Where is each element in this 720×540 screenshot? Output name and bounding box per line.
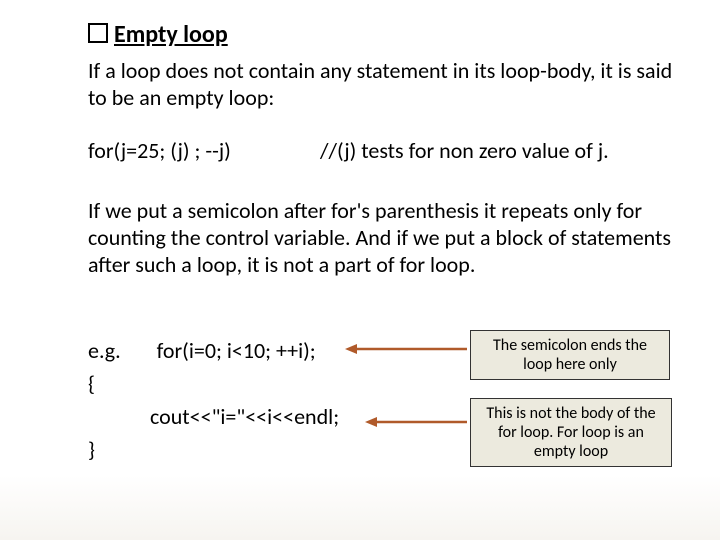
note-semicolon: The semicolon ends the loop here only <box>470 330 670 380</box>
cout-line: cout<<"i="<<i<<endl; <box>88 400 339 433</box>
eg-label: e.g. <box>88 337 121 364</box>
title-row: Empty loop <box>88 20 228 49</box>
slide: Empty loop If a loop does not contain an… <box>0 0 720 540</box>
example-line: e.g. for(i=0; i<10; ++i); <box>88 334 339 367</box>
brace-open: { <box>88 367 339 400</box>
cout-statement: cout<<"i="<<i<<endl; <box>150 403 339 430</box>
checkbox-icon <box>88 23 108 43</box>
for-line-comment: //(j) tests for non zero value of j. <box>320 138 680 165</box>
note-not-body: This is not the body of the for loop. Fo… <box>470 398 672 467</box>
brace-close: } <box>88 433 339 466</box>
para-intro: If a loop does not contain any statement… <box>88 58 680 112</box>
arrow-icon <box>345 342 467 356</box>
example-block: e.g. for(i=0; i<10; ++i); { cout<<"i="<<… <box>88 334 339 466</box>
slide-title: Empty loop <box>114 20 228 49</box>
for-statement: for(i=0; i<10; ++i); <box>157 337 316 364</box>
para-explain: If we put a semicolon after for's parent… <box>88 198 680 278</box>
arrow-icon <box>365 415 467 429</box>
